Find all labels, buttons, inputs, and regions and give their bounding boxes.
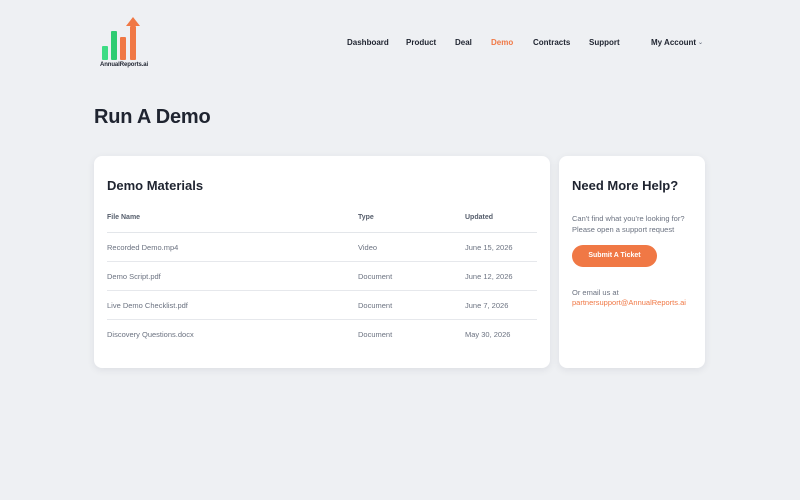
file-type: Document: [358, 272, 393, 281]
demo-materials-title: Demo Materials: [107, 178, 204, 193]
submit-ticket-button[interactable]: Submit A Ticket: [572, 245, 657, 267]
email-label: Or email us at: [572, 288, 619, 297]
nav-item-product[interactable]: Product: [406, 38, 436, 47]
file-name[interactable]: Live Demo Checklist.pdf: [107, 301, 188, 310]
support-email-link[interactable]: partnersupport@AnnualReports.ai: [572, 298, 686, 307]
chevron-down-icon: ⌄: [698, 40, 704, 46]
column-header-type: Type: [358, 214, 374, 221]
file-type: Video: [358, 243, 378, 252]
demo-materials-card: Demo Materials File Name Type Updated Re…: [94, 156, 550, 368]
site-header: AnnualReports.ai Dashboard Product Deal …: [0, 0, 800, 90]
table-row[interactable]: Recorded Demo.mp4 Video June 15, 2026: [107, 233, 537, 262]
file-updated: June 7, 2026: [465, 301, 509, 310]
file-updated: May 30, 2026: [465, 330, 511, 339]
nav-item-deal[interactable]: Deal: [455, 38, 472, 47]
table-row[interactable]: Discovery Questions.docx Document May 30…: [107, 320, 537, 349]
brand-logo[interactable]: AnnualReports.ai: [100, 16, 149, 72]
file-name[interactable]: Discovery Questions.docx: [107, 330, 194, 339]
column-header-updated: Updated: [465, 214, 493, 221]
help-card: Need More Help? Can't find what you're l…: [559, 156, 705, 368]
materials-table: File Name Type Updated Recorded Demo.mp4…: [107, 213, 537, 349]
nav-item-demo[interactable]: Demo: [491, 38, 513, 47]
account-label: My Account: [651, 38, 697, 47]
brand-name: AnnualReports.ai: [100, 62, 149, 68]
help-text: Can't find what you're looking for? Plea…: [572, 214, 685, 234]
table-row[interactable]: Live Demo Checklist.pdf Document June 7,…: [107, 291, 537, 320]
account-menu[interactable]: My Account ⌄: [651, 38, 703, 47]
page-title: Run A Demo: [94, 106, 211, 128]
column-header-file-name: File Name: [107, 214, 141, 221]
file-type: Document: [358, 301, 393, 310]
nav-item-dashboard[interactable]: Dashboard: [347, 38, 389, 47]
file-name[interactable]: Recorded Demo.mp4: [107, 243, 178, 252]
file-updated: June 15, 2026: [465, 243, 513, 252]
nav-item-contracts[interactable]: Contracts: [533, 38, 570, 47]
table-row[interactable]: Demo Script.pdf Document June 12, 2026: [107, 262, 537, 291]
file-name[interactable]: Demo Script.pdf: [107, 272, 161, 281]
table-header: File Name Type Updated: [107, 213, 537, 233]
nav-item-support[interactable]: Support: [589, 38, 620, 47]
file-updated: June 12, 2026: [465, 272, 513, 281]
help-title: Need More Help?: [572, 178, 679, 193]
bar-chart-logo-icon: [102, 17, 140, 60]
file-type: Document: [358, 330, 393, 339]
